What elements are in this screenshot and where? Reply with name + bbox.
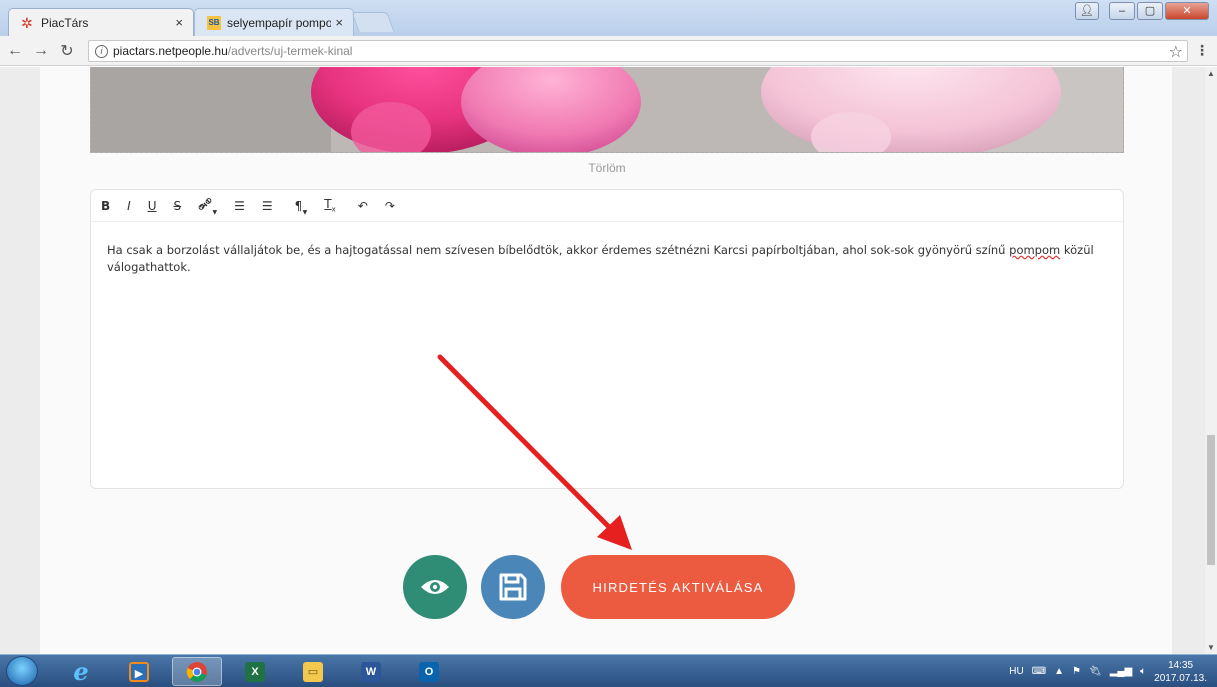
browser-menu-icon[interactable]: ⋮ xyxy=(1195,42,1209,59)
excel-icon[interactable]: X xyxy=(230,657,280,686)
network-icon[interactable]: ▂▄▆ xyxy=(1110,666,1132,677)
save-button[interactable] xyxy=(481,555,545,619)
editor-text: Ha csak a borzolást vállaljátok be, és a… xyxy=(107,243,1010,257)
sb-logo-icon: SB xyxy=(207,15,221,30)
italic-icon[interactable]: I xyxy=(127,199,131,213)
redo-icon[interactable]: ↷ xyxy=(385,199,395,213)
paragraph-glyph: ¶ xyxy=(294,198,303,213)
bullet-list-icon[interactable]: ☰ xyxy=(234,199,245,213)
url-host: piactars.netpeople.hu xyxy=(113,44,228,58)
browser-toolbar: ← → ↻ i piactars.netpeople.hu/adverts/uj… xyxy=(0,36,1217,66)
bold-icon[interactable]: B xyxy=(101,199,110,213)
link-icon[interactable]: ▼ xyxy=(198,198,217,216)
page-viewport: Törlöm B I U S ▼ ☰ ☰ ¶ ▼ Tx ↶ ↷ Ha csak a… xyxy=(0,67,1205,654)
maximize-button[interactable]: ▢ xyxy=(1137,2,1163,20)
eye-icon xyxy=(421,580,449,594)
rich-text-editor: B I U S ▼ ☰ ☰ ¶ ▼ Tx ↶ ↷ Ha csak a borzol… xyxy=(90,189,1124,489)
media-player-icon[interactable]: ▶ xyxy=(114,657,164,686)
tab-label: selyempapír pompom 8 xyxy=(227,15,332,30)
back-icon[interactable]: ← xyxy=(4,42,26,60)
internet-explorer-icon[interactable]: e xyxy=(56,657,106,686)
forward-icon[interactable]: → xyxy=(30,42,52,60)
numbered-list-icon[interactable]: ☰ xyxy=(262,199,273,213)
underline-icon[interactable]: U xyxy=(148,199,157,213)
outlook-icon[interactable]: O xyxy=(404,657,454,686)
advert-form: Törlöm B I U S ▼ ☰ ☰ ¶ ▼ Tx ↶ ↷ Ha csak a… xyxy=(40,67,1172,654)
form-actions: HIRDETÉS AKTIVÁLÁSA xyxy=(40,555,1172,619)
url-path: /adverts/uj-termek-kinal xyxy=(227,44,353,58)
clear-format-icon[interactable]: Tx xyxy=(324,197,336,213)
undo-icon[interactable]: ↶ xyxy=(358,199,368,213)
file-explorer-icon[interactable]: ▭ xyxy=(288,657,338,686)
paragraph-icon[interactable]: ¶ ▼ xyxy=(294,198,308,216)
chrome-icon[interactable] xyxy=(172,657,222,686)
tab-piactars[interactable]: ✲ PiacTárs × xyxy=(8,8,194,36)
tab-close-icon[interactable]: × xyxy=(175,15,183,30)
volume-icon[interactable]: 🔈︎ xyxy=(1140,666,1146,677)
page-scrollbar[interactable]: ▲ ▼ xyxy=(1205,67,1217,654)
scroll-thumb[interactable] xyxy=(1207,435,1215,565)
windows-taskbar: e ▶ X ▭ W O HU ⌨︎ ▲ ⚑ 🔌︎ ▂▄▆ 🔈︎ 14:35 20… xyxy=(0,654,1217,687)
new-tab-button[interactable] xyxy=(351,12,395,32)
clock-time: 14:35 xyxy=(1168,659,1194,671)
scroll-up-icon[interactable]: ▲ xyxy=(1207,69,1215,78)
clock-date: 2017.07.13. xyxy=(1154,672,1207,684)
word-icon[interactable]: W xyxy=(346,657,396,686)
strikethrough-icon[interactable]: S xyxy=(174,199,182,213)
bookmark-star-icon[interactable]: ☆ xyxy=(1169,42,1183,62)
tab-label: PiacTárs xyxy=(41,15,89,30)
site-info-icon[interactable]: i xyxy=(95,44,108,58)
system-tray: HU ⌨︎ ▲ ⚑ 🔌︎ ▂▄▆ 🔈︎ 14:35 2017.07.13. xyxy=(1009,655,1207,687)
profile-icon[interactable]: 👤︎ xyxy=(1075,2,1099,20)
activate-advert-button[interactable]: HIRDETÉS AKTIVÁLÁSA xyxy=(561,555,795,619)
editor-content[interactable]: Ha csak a borzolást vállaljátok be, és a… xyxy=(91,222,1123,296)
language-indicator[interactable]: HU xyxy=(1009,666,1023,677)
reload-icon[interactable]: ↻ xyxy=(56,41,78,61)
preview-button[interactable] xyxy=(403,555,467,619)
floppy-disk-icon xyxy=(499,573,527,601)
window-controls: 👤︎ – ▢ ✕ xyxy=(1075,2,1209,20)
editor-toolbar: B I U S ▼ ☰ ☰ ¶ ▼ Tx ↶ ↷ xyxy=(91,190,1123,222)
minimize-button[interactable]: – xyxy=(1109,2,1135,20)
browser-titlebar: ✲ PiacTárs × SB selyempapír pompom 8 × 👤… xyxy=(0,0,1217,36)
start-button[interactable] xyxy=(6,656,38,686)
tab-close-icon[interactable]: × xyxy=(335,15,343,30)
pompom-image xyxy=(91,67,1123,152)
delete-photo-link[interactable]: Törlöm xyxy=(90,161,1124,175)
address-bar[interactable]: i piactars.netpeople.hu/adverts/uj-terme… xyxy=(88,40,1188,62)
uploaded-photo xyxy=(90,67,1124,153)
power-icon[interactable]: 🔌︎ xyxy=(1089,666,1102,677)
keyboard-icon[interactable]: ⌨︎ xyxy=(1032,666,1046,677)
misspelled-word: pompom xyxy=(1009,243,1061,257)
show-hidden-icons[interactable]: ▲ xyxy=(1054,666,1064,677)
action-center-icon[interactable]: ⚑ xyxy=(1072,666,1081,677)
clock[interactable]: 14:35 2017.07.13. xyxy=(1154,659,1207,685)
close-window-button[interactable]: ✕ xyxy=(1165,2,1209,20)
piactars-logo-icon: ✲ xyxy=(21,14,33,31)
clear-format-glyph: T xyxy=(324,197,332,212)
scroll-down-icon[interactable]: ▼ xyxy=(1207,643,1215,652)
tab-selyempapir[interactable]: SB selyempapír pompom 8 × xyxy=(194,8,354,36)
